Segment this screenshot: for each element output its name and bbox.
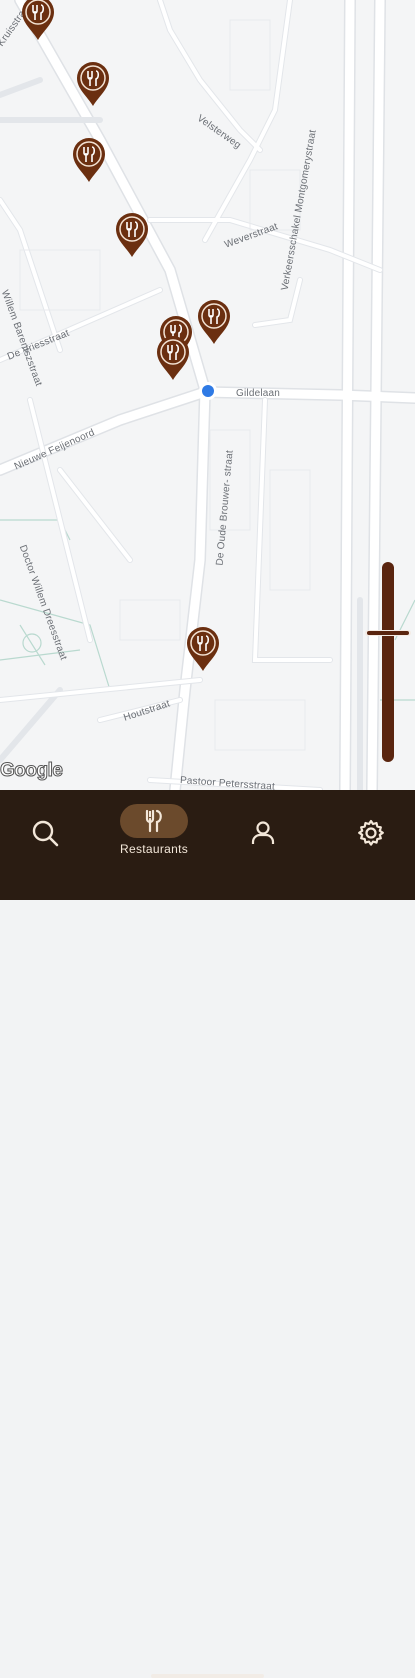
active-indicator — [120, 804, 188, 838]
radius-slider[interactable] — [382, 562, 394, 762]
restaurant-marker[interactable] — [20, 0, 56, 42]
restaurant-icon — [157, 336, 189, 380]
current-location-dot — [202, 385, 214, 397]
restaurant-icon — [22, 0, 54, 40]
profile-icon — [244, 814, 282, 852]
restaurant-marker[interactable] — [114, 211, 150, 259]
restaurant-icon — [73, 138, 105, 182]
restaurant-marker[interactable] — [185, 625, 221, 673]
street-label: Gildelaan — [236, 388, 281, 399]
nav-restaurants[interactable]: Restaurants — [110, 790, 198, 880]
google-attribution: Google — [0, 760, 63, 782]
restaurant-marker[interactable] — [75, 60, 111, 108]
restaurant-icon — [198, 300, 230, 344]
nav-search[interactable] — [25, 790, 65, 880]
restaurant-marker[interactable] — [196, 298, 232, 346]
nav-label-restaurants: Restaurants — [120, 842, 188, 856]
restaurant-marker[interactable] — [71, 136, 107, 184]
slider-handle[interactable] — [365, 630, 411, 636]
restaurant-icon — [77, 62, 109, 106]
search-icon — [26, 814, 64, 852]
restaurant-icon — [187, 627, 219, 671]
restaurant-icon — [145, 809, 162, 833]
settings-gear-icon — [352, 814, 390, 852]
nav-profile[interactable] — [243, 790, 283, 880]
restaurant-marker[interactable] — [155, 334, 191, 382]
map-view[interactable]: Kruisstraat Willem Barentszstraat De Vri… — [0, 0, 415, 790]
nav-settings[interactable] — [351, 790, 391, 880]
restaurant-icon — [116, 213, 148, 257]
bottom-navigation: Restaurants — [0, 790, 415, 1678]
home-indicator[interactable] — [151, 1674, 264, 1678]
